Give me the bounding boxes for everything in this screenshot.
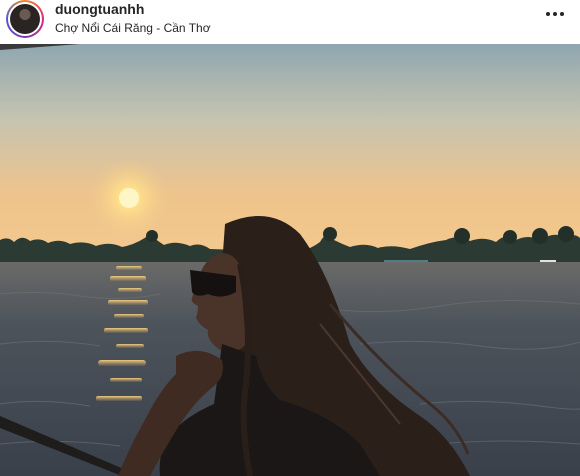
user-info: duongtuanhh Chợ Nổi Cái Răng - Cần Thơ bbox=[55, 1, 211, 36]
sunset-river-photo bbox=[0, 44, 580, 476]
avatar-image bbox=[10, 4, 40, 34]
location-link[interactable]: Chợ Nổi Cái Răng - Cần Thơ bbox=[55, 20, 211, 36]
more-horizontal-icon bbox=[546, 12, 550, 16]
sun bbox=[119, 188, 139, 208]
username-link[interactable]: duongtuanhh bbox=[55, 1, 211, 18]
post-photo[interactable] bbox=[0, 44, 580, 476]
post-header: duongtuanhh Chợ Nổi Cái Răng - Cần Thơ bbox=[0, 0, 580, 44]
more-options-button[interactable] bbox=[540, 4, 570, 24]
profile-avatar[interactable] bbox=[6, 0, 44, 38]
